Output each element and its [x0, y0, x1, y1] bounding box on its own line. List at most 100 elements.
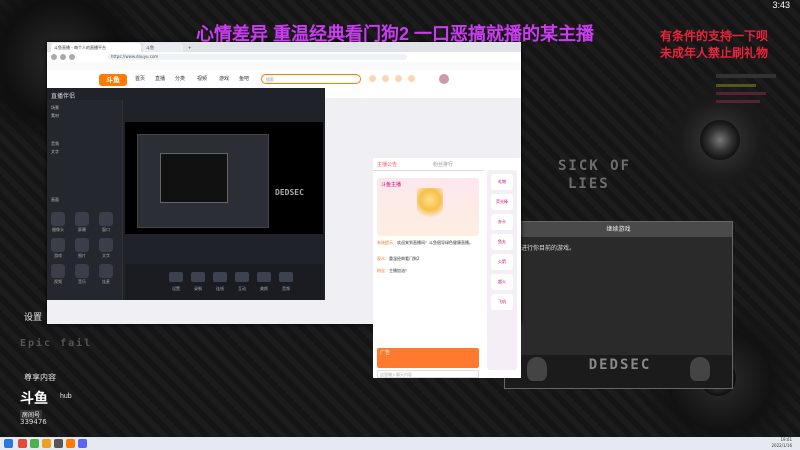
- tool-label: 音频: [282, 286, 290, 291]
- gift-item[interactable]: 礼物: [491, 174, 513, 190]
- skull-icon: [690, 357, 710, 381]
- beauty-icon[interactable]: [257, 272, 271, 282]
- message-icon[interactable]: [395, 75, 402, 82]
- connect-icon[interactable]: [213, 272, 227, 282]
- tool-label: 录制: [194, 286, 202, 291]
- url-input[interactable]: https://www.douyu.com: [107, 54, 407, 60]
- new-tab-button[interactable]: +: [185, 43, 195, 52]
- back-icon[interactable]: [51, 54, 57, 60]
- gift-item[interactable]: 荧光棒: [491, 194, 513, 210]
- window-icon[interactable]: [99, 212, 113, 226]
- tab-announcement[interactable]: 主播公告: [377, 161, 397, 168]
- taskbar-clock: 19:01 2022/1/16: [771, 437, 792, 449]
- refresh-icon[interactable]: [69, 54, 75, 60]
- nav-game[interactable]: 游戏: [219, 75, 229, 82]
- button-label: 图片: [78, 253, 86, 258]
- nav-video[interactable]: 视频: [197, 75, 207, 82]
- app-icon[interactable]: [30, 439, 39, 448]
- browser-tab[interactable]: 斗鱼: [143, 43, 183, 52]
- tool-label: 连线: [216, 286, 224, 291]
- history-icon[interactable]: [369, 75, 376, 82]
- chat-app-icon[interactable]: [78, 439, 87, 448]
- gift-item[interactable]: 办卡: [491, 214, 513, 230]
- settings-icon[interactable]: [169, 272, 183, 282]
- overlay-warning-text: 未成年人禁止刷礼物: [660, 46, 769, 60]
- menu-settings[interactable]: 设置: [24, 310, 42, 323]
- anchor-card-title: 斗鱼主播: [381, 182, 402, 188]
- dialog-body: 继续进行你目前的游戏。: [505, 237, 732, 355]
- chat-message: 粉丝：主播加油！: [377, 268, 409, 273]
- douyu-logo[interactable]: 斗鱼: [99, 74, 127, 86]
- screen-icon[interactable]: [75, 212, 89, 226]
- chat-message: 系统提示：欢迎来到直播间！斗鱼倡导绿色健康直播。: [377, 240, 473, 245]
- panel-row[interactable]: 素材: [51, 112, 119, 119]
- info-line: [716, 74, 776, 78]
- info-line: [716, 84, 756, 87]
- tool-label: 互动: [238, 286, 246, 291]
- nav-yuba[interactable]: 鱼吧: [239, 75, 249, 82]
- right-info-list: [716, 74, 776, 114]
- panel-row[interactable]: 画面: [51, 196, 119, 203]
- text-icon[interactable]: [99, 238, 113, 252]
- panel-row[interactable]: 场景: [51, 104, 119, 111]
- start-icon[interactable]: [4, 439, 13, 448]
- gift-item[interactable]: 鱼丸: [491, 234, 513, 250]
- streaming-app-window: 直播伴侣 场景 素材 音频 文字 画面 摄像头 屏幕 窗口 游戏 图片 文字 视…: [47, 88, 325, 300]
- interact-icon[interactable]: [235, 272, 249, 282]
- follow-icon[interactable]: [382, 75, 389, 82]
- game-icon[interactable]: [51, 238, 65, 252]
- nav-home[interactable]: 首页: [135, 75, 145, 82]
- gift-item[interactable]: 超火: [491, 274, 513, 290]
- button-label: 屏幕: [78, 227, 86, 232]
- nav-category[interactable]: 分类: [175, 75, 185, 82]
- music-icon[interactable]: [75, 264, 89, 278]
- button-label: 视频: [54, 279, 62, 284]
- chat-input[interactable]: 这里输入聊天内容: [377, 370, 479, 378]
- status-bar: 3:43: [0, 0, 800, 12]
- overlay-support-text: 有条件的支持一下呗: [660, 29, 769, 43]
- video-icon[interactable]: [51, 264, 65, 278]
- link-icon[interactable]: [99, 264, 113, 278]
- tab-fan-rank[interactable]: 粉丝排行: [433, 161, 453, 168]
- info-line: [716, 92, 766, 95]
- record-icon[interactable]: [191, 272, 205, 282]
- forward-icon[interactable]: [60, 54, 66, 60]
- chat-messages: 系统提示：欢迎来到直播间！斗鱼倡导绿色健康直播。 观众：重温经典看门狗2 粉丝：…: [377, 240, 479, 350]
- panel-row[interactable]: 文字: [51, 148, 119, 155]
- avatar[interactable]: [439, 74, 449, 84]
- dedsec-logo: DEDSEC: [588, 357, 652, 373]
- search-input[interactable]: 搜索: [261, 74, 361, 84]
- douyu-icon[interactable]: [66, 439, 75, 448]
- gift-item[interactable]: 飞机: [491, 294, 513, 310]
- stream-preview: DEDSEC: [125, 122, 323, 234]
- douyu-watermark: 斗鱼 房间号 339476: [20, 388, 58, 426]
- preview-nested-screen: [137, 134, 269, 228]
- anchor-card: 斗鱼主播: [377, 178, 479, 236]
- game-icon[interactable]: [54, 439, 63, 448]
- button-label: 连麦: [102, 279, 110, 284]
- panel-row[interactable]: 音频: [51, 140, 119, 147]
- chat-tab-header: 主播公告 粉丝排行: [373, 158, 483, 171]
- image-icon[interactable]: [75, 238, 89, 252]
- menu-hub[interactable]: hub: [60, 393, 72, 400]
- tool-label: 设置: [172, 286, 180, 291]
- nav-live[interactable]: 直播: [155, 75, 165, 82]
- ad-banner[interactable]: 广告: [377, 348, 479, 368]
- tool-label: 美颜: [260, 286, 268, 291]
- gift-item[interactable]: 火箭: [491, 254, 513, 270]
- browser-tab[interactable]: 斗鱼直播 - 每个人的直播平台: [51, 43, 141, 52]
- audio-icon[interactable]: [279, 272, 293, 282]
- deco-epic-text: Epic fail: [20, 338, 93, 349]
- app-left-panel: 场景 素材 音频 文字 画面 摄像头 屏幕 窗口 游戏 图片 文字 视频 音乐 …: [47, 100, 123, 300]
- skull-icon: [527, 357, 547, 381]
- button-label: 窗口: [102, 227, 110, 232]
- deco-sick-text: SICK OF: [558, 158, 632, 174]
- dialog-title: 继续游戏: [505, 222, 732, 237]
- info-line: [716, 100, 760, 103]
- menu-exclusive[interactable]: 尊享内容: [24, 372, 56, 383]
- browser-icon[interactable]: [18, 439, 27, 448]
- camera-icon[interactable]: [51, 212, 65, 226]
- download-icon[interactable]: [408, 75, 415, 82]
- folder-icon[interactable]: [42, 439, 51, 448]
- mascot-image: [417, 188, 443, 222]
